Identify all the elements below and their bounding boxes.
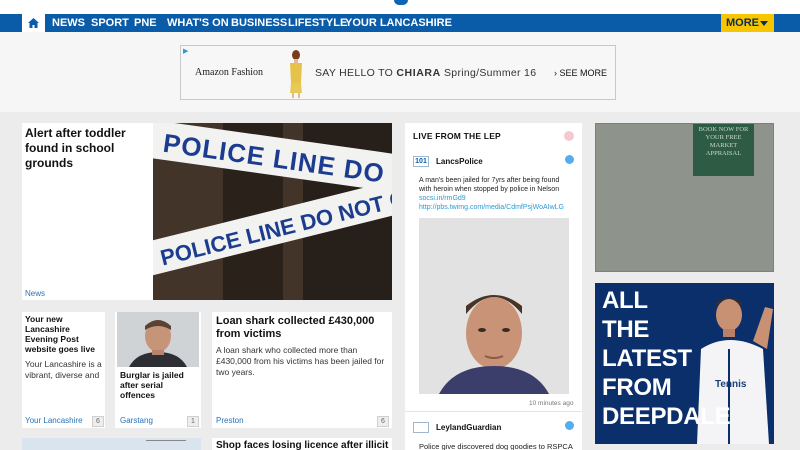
lead-story-headline[interactable]: Alert after toddler found in school grou…	[25, 126, 147, 171]
estate-agent-ad[interactable]: BOOK NOW FOR YOUR FREE MARKET APPRAISAL	[595, 123, 774, 272]
ad-slogan-prefix: SAY HELLO TO	[315, 67, 394, 79]
tweet-divider	[405, 411, 582, 412]
ad-slogan: SAY HELLO TO CHIARA Spring/Summer 16	[315, 67, 536, 79]
tweet-mugshot-photo[interactable]	[419, 218, 569, 394]
ad-word: THE	[602, 316, 650, 343]
more-menu-button[interactable]: MORE	[721, 14, 774, 32]
lead-story-photo[interactable]: POLICE LINE DO NOT CROSS POLICE LINE DO …	[153, 123, 392, 300]
nav-item-business[interactable]: BUSINESS	[231, 14, 287, 32]
live-indicator-icon	[564, 131, 574, 141]
twitter-bird-icon[interactable]	[565, 421, 574, 430]
story-card-burglar[interactable]: Burglar is jailed after serial offences …	[115, 312, 201, 428]
ad-word: ALL	[602, 287, 648, 314]
story-section-link[interactable]: Your Lancashire	[25, 416, 83, 425]
nav-item-sport[interactable]: SPORT	[91, 14, 129, 32]
appraisal-ad-tag: BOOK NOW FOR YOUR FREE MARKET APPRAISAL	[693, 124, 754, 176]
story-headline[interactable]: Burglar is jailed after serial offences	[120, 370, 200, 400]
street-lamp-image	[146, 440, 186, 443]
tweet-body: Police give discovered dog goodies to RS…	[419, 442, 573, 450]
story-card-website[interactable]: Your new Lancashire Evening Post website…	[22, 312, 105, 428]
lead-story-section-link[interactable]: News	[25, 289, 45, 298]
lead-story[interactable]: Alert after toddler found in school grou…	[22, 123, 392, 300]
story-headline[interactable]: Shop faces losing licence after illicit	[216, 440, 388, 450]
story-blurb: Your Lancashire is a vibrant, diverse an…	[25, 359, 102, 380]
story-section-link[interactable]: Garstang	[120, 416, 153, 425]
ad-region: ▶ Amazon Fashion SAY HELLO TO CHIARA Spr…	[0, 32, 800, 112]
home-icon	[28, 18, 39, 28]
story-card-shop-licence[interactable]: Shop faces losing licence after illicit	[212, 438, 392, 450]
twitter-bird-icon[interactable]	[565, 155, 574, 164]
live-blog-panel: LIVE FROM THE LEP 101 LancsPolice A man'…	[405, 123, 582, 450]
story-thumbnail[interactable]	[117, 312, 199, 367]
tweet-media-link[interactable]: http://pbs.twimg.com/media/CdmfPsjWoAIwL…	[419, 204, 564, 211]
leyland-guardian-avatar[interactable]	[413, 422, 429, 433]
deepdale-ad[interactable]: Tennis ALL THE LATEST FROM DEEPDALE	[595, 283, 774, 444]
ad-word: FROM	[602, 374, 672, 401]
site-logo[interactable]	[394, 0, 408, 5]
tweet-username[interactable]: LancsPolice	[436, 157, 483, 166]
ad-see-more-link[interactable]: › SEE MORE	[554, 68, 607, 78]
comment-count-badge[interactable]: 1	[187, 416, 199, 427]
nav-item-pne[interactable]: PNE	[134, 14, 157, 32]
ad-model-image	[290, 50, 302, 98]
tweet-short-link[interactable]: socsi.in/rmGd9	[419, 195, 466, 202]
story-section-link[interactable]: Preston	[216, 416, 244, 425]
ad-word: LATEST	[602, 345, 692, 372]
lancs-police-avatar[interactable]: 101	[413, 156, 429, 167]
nav-item-lifestyle[interactable]: LIFESTYLE	[288, 14, 347, 32]
adchoices-icon[interactable]: ▶	[183, 47, 188, 55]
shirt-sponsor-text: Tennis	[715, 379, 747, 390]
main-nav: NEWS SPORT PNE WHAT'S ON BUSINESS LIFEST…	[0, 14, 800, 32]
nav-item-news[interactable]: NEWS	[52, 14, 85, 32]
story-card-image-cropped[interactable]	[22, 438, 201, 450]
story-blurb: A loan shark who collected more than £43…	[216, 345, 385, 377]
tweet-text: A man's been jailed for 7yrs after being…	[419, 176, 569, 212]
ad-slogan-name: CHIARA	[396, 67, 441, 79]
live-blog-title: LIVE FROM THE LEP	[413, 131, 501, 141]
ad-banner[interactable]: ▶ Amazon Fashion SAY HELLO TO CHIARA Spr…	[180, 45, 616, 100]
tweet-timestamp: 10 minutes ago	[529, 400, 574, 407]
more-label: MORE	[726, 17, 759, 29]
comment-count-badge[interactable]: 6	[377, 416, 389, 427]
tweet-body: A man's been jailed for 7yrs after being…	[419, 177, 560, 193]
caret-down-icon	[760, 21, 768, 26]
masthead	[0, 0, 800, 14]
deepdale-ad-headline: ALL THE LATEST FROM DEEPDALE	[602, 286, 731, 431]
story-headline[interactable]: Your new Lancashire Evening Post website…	[25, 314, 105, 354]
tweet-username[interactable]: LeylandGuardian	[436, 423, 501, 432]
nav-item-your-lancashire[interactable]: YOUR LANCASHIRE	[345, 14, 452, 32]
ad-word: DEEPDALE	[602, 403, 731, 430]
nav-item-whats-on[interactable]: WHAT'S ON	[167, 14, 229, 32]
ad-slogan-suffix: Spring/Summer 16	[444, 67, 537, 79]
story-card-loan-shark[interactable]: Loan shark collected £430,000 from victi…	[212, 312, 392, 428]
home-button[interactable]	[22, 14, 45, 32]
story-headline[interactable]: Loan shark collected £430,000 from victi…	[216, 315, 386, 341]
comment-count-badge[interactable]: 6	[92, 416, 104, 427]
ad-brand: Amazon Fashion	[195, 67, 264, 78]
